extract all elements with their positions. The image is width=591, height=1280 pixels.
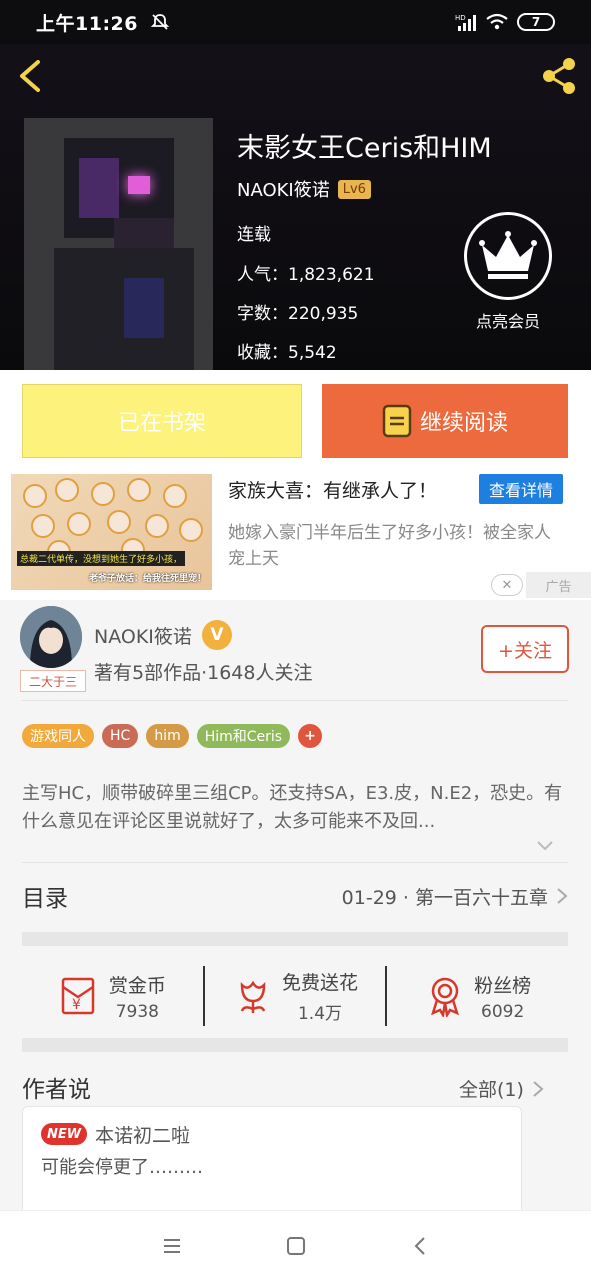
tag-item[interactable]: 游戏同人 <box>22 724 94 748</box>
book-icon <box>382 404 412 438</box>
medal-icon <box>431 977 460 1017</box>
book-title: 末影女王Ceris和HIM <box>237 133 492 164</box>
status-icons: HD 7 <box>455 13 555 31</box>
continue-reading-button[interactable]: 继续阅读 <box>322 384 568 458</box>
ad-title: 家族大喜：有继承人了！ <box>228 480 438 502</box>
book-author-row: NAOKI筱诺 Lv6 <box>237 176 371 202</box>
author-name-row: NAOKI筱诺 V <box>94 620 232 650</box>
tag-item[interactable]: him <box>146 724 189 748</box>
share-icon[interactable] <box>537 54 581 98</box>
chevron-down-icon[interactable] <box>536 840 554 852</box>
ad-label: 广告 <box>526 572 591 598</box>
back-arrow-icon[interactable] <box>12 56 48 96</box>
reward-coins-value: 7938 <box>115 1001 159 1022</box>
book-cover[interactable] <box>24 118 213 370</box>
avatar-portrait <box>20 606 82 668</box>
signal-icon: HD <box>455 14 476 31</box>
reward-coins-label: 赏金币 <box>108 974 166 997</box>
menu-icon[interactable] <box>160 1234 184 1258</box>
back-icon[interactable] <box>408 1234 432 1258</box>
ad-description: 她嫁入豪门半年后生了好多小孩！被全家人宠上天 <box>228 523 551 569</box>
free-flowers-button[interactable]: 免费送花 1.4万 <box>202 966 386 1026</box>
author-says-title: 作者说 <box>22 1077 91 1103</box>
author-note-card[interactable]: NEW 本诺初二啦 可能会停更了……… <box>22 1106 522 1216</box>
vip-circle <box>464 212 552 300</box>
status-bar: 上午11:26 HD 7 <box>0 0 591 44</box>
bell-off-icon <box>150 14 170 30</box>
ad-banner[interactable]: 总裁二代单传，没想到她生了好多小孩， 老爷子放话：给我往死里宠！ 家族大喜：有继… <box>0 472 591 600</box>
chevron-right-icon <box>557 888 568 904</box>
favorites-count: 收藏：5,542 <box>237 343 337 363</box>
tag-list: 游戏同人 HC him Him和Ceris + <box>22 724 323 748</box>
fan-ranking-label: 粉丝榜 <box>474 974 532 997</box>
ad-image[interactable]: 总裁二代单传，没想到她生了好多小孩， 老爷子放话：给我往死里宠！ <box>11 474 212 590</box>
battery-indicator: 7 <box>517 13 555 31</box>
ad-image-caption: 总裁二代单传，没想到她生了好多小孩， <box>17 551 186 566</box>
divider <box>22 700 568 701</box>
avatar-tag: 二大于三 <box>20 670 86 692</box>
divider <box>22 862 568 863</box>
vip-button[interactable]: 点亮会员 <box>462 212 554 332</box>
toc-title: 目录 <box>22 886 68 912</box>
section-separator <box>22 932 568 946</box>
svg-text:¥: ¥ <box>72 997 81 1013</box>
author-says-all-label: 全部(1) <box>459 1079 524 1101</box>
home-icon[interactable] <box>284 1234 308 1258</box>
ad-image-subcaption: 老爷子放话：给我往死里宠！ <box>88 574 206 584</box>
status-time: 上午11:26 <box>36 12 138 35</box>
new-badge: NEW <box>41 1123 88 1145</box>
flower-icon <box>240 980 266 1013</box>
author-stats: 著有5部作品·1648人关注 <box>94 662 313 684</box>
network-label: HD <box>455 14 466 22</box>
reward-coins-button[interactable]: ¥ 赏金币 7938 <box>22 946 203 1046</box>
support-stats-row: ¥ 赏金币 7938 免费送花 1.4万 粉丝榜 6092 <box>22 946 568 1046</box>
tag-item[interactable]: Him和Ceris <box>196 724 291 748</box>
verified-badge: V <box>201 620 232 650</box>
fan-ranking-button[interactable]: 粉丝榜 6092 <box>385 966 568 1026</box>
free-flowers-label: 免费送花 <box>282 972 359 994</box>
ad-details-button[interactable]: 查看详情 <box>479 474 563 504</box>
table-of-contents-row[interactable]: 目录 01-29 · 第一百六十五章 <box>22 864 568 928</box>
popularity-count: 人气：1,823,621 <box>237 265 375 285</box>
follow-button[interactable]: +关注 <box>481 625 569 673</box>
book-intro: 主写HC，顺带破碎里三组CP。还支持SA，E3.皮，N.E2，恐史。有什么意见在… <box>22 783 563 832</box>
author-avatar[interactable] <box>20 606 82 668</box>
free-flowers-value: 1.4万 <box>297 1004 343 1024</box>
continue-reading-label: 继续阅读 <box>419 411 508 436</box>
wifi-icon <box>486 13 508 30</box>
fan-ranking-value: 6092 <box>481 1001 525 1022</box>
word-count: 字数：220,935 <box>237 304 359 324</box>
note-body: 可能会停更了……… <box>41 1157 203 1178</box>
vip-label: 点亮会员 <box>475 312 540 331</box>
author-name[interactable]: NAOKI筱诺 <box>94 622 192 649</box>
add-tag-button[interactable]: + <box>298 724 323 748</box>
serial-status: 连载 <box>237 225 271 245</box>
crown-icon <box>479 231 537 279</box>
system-nav-bar <box>0 1210 591 1280</box>
ad-close-icon[interactable]: ✕ <box>491 574 523 596</box>
book-header: 末影女王Ceris和HIM NAOKI筱诺 Lv6 连载 人气：1,823,62… <box>0 44 591 370</box>
tag-item[interactable]: HC <box>102 724 139 748</box>
in-shelf-button[interactable]: 已在书架 <box>22 384 302 458</box>
latest-chapter: 01-29 · 第一百六十五章 <box>341 886 548 909</box>
author-says-all-link[interactable]: 全部(1) <box>459 1075 544 1102</box>
section-separator <box>22 1038 568 1052</box>
money-envelope-icon: ¥ <box>61 977 95 1015</box>
book-author[interactable]: NAOKI筱诺 <box>237 176 330 202</box>
note-title: 本诺初二啦 <box>95 1125 191 1147</box>
chevron-right-icon <box>533 1080 544 1097</box>
book-details-section: 二大于三 NAOKI筱诺 V 著有5部作品·1648人关注 +关注 游戏同人 H… <box>0 600 591 1220</box>
level-badge: Lv6 <box>337 179 371 199</box>
